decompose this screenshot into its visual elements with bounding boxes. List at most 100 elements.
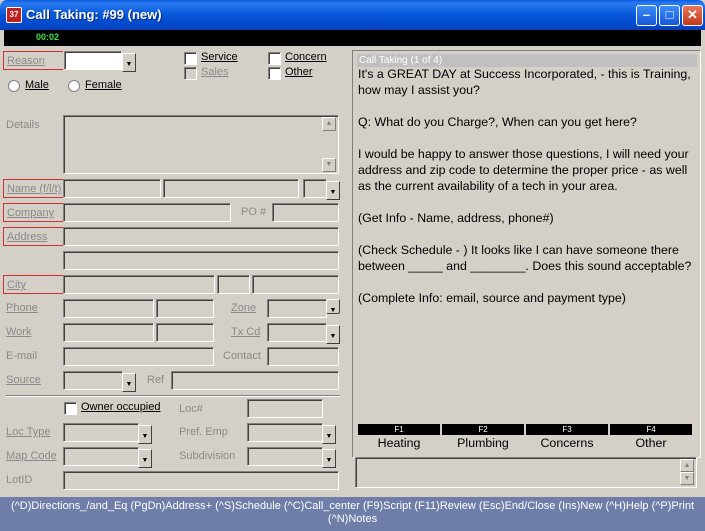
owner-occupied-label: Owner occupied xyxy=(81,401,161,413)
service-label: Service xyxy=(201,51,238,63)
source-dropdown-button[interactable] xyxy=(122,373,136,392)
app-icon: 37 xyxy=(6,7,22,23)
tax-code-dropdown-button[interactable] xyxy=(326,325,340,344)
loc-num-input[interactable] xyxy=(247,399,323,418)
work-ext-input[interactable] xyxy=(156,323,214,342)
subdivision-label: Subdivision xyxy=(179,450,236,462)
phone-input[interactable] xyxy=(63,299,154,318)
other-checkbox[interactable] xyxy=(268,67,281,80)
po-input[interactable] xyxy=(272,203,339,222)
details-scrollbar[interactable]: ▲ ▼ xyxy=(322,117,336,172)
form-separator xyxy=(6,395,340,397)
subdivision-dropdown-button[interactable] xyxy=(322,449,336,468)
tax-code-select[interactable] xyxy=(267,323,327,342)
script-paragraph: Q: What do you Charge?, When can you get… xyxy=(358,115,637,129)
concern-label: Concern xyxy=(285,51,327,63)
scroll-down-icon[interactable]: ▼ xyxy=(322,158,336,172)
phone-label: Phone xyxy=(6,302,38,314)
concern-checkbox[interactable] xyxy=(268,52,281,65)
window-title: Call Taking: #99 (new) xyxy=(26,7,162,22)
loc-num-label: Loc# xyxy=(179,403,203,415)
source-label: Source xyxy=(6,374,41,386)
notes-scroll-down-icon[interactable]: ▼ xyxy=(680,472,694,485)
email-label: E-mail xyxy=(6,350,38,362)
reason-dropdown-button[interactable] xyxy=(122,53,136,72)
shortcut-line-2: (^N)Notes xyxy=(327,513,378,525)
f3-concerns-button[interactable]: Concerns xyxy=(526,436,608,450)
zone-dropdown-button[interactable] xyxy=(326,299,340,314)
zone-select[interactable] xyxy=(267,299,327,318)
f1-key[interactable]: F1 xyxy=(358,424,440,435)
address-line1-input[interactable] xyxy=(63,227,339,246)
details-label: Details xyxy=(6,119,40,131)
service-checkbox[interactable] xyxy=(184,52,197,65)
shortcut-bar: (^D)Directions_/and_Eq (PgDn)Address+ (^… xyxy=(0,497,705,531)
scroll-up-icon[interactable]: ▲ xyxy=(322,117,336,131)
script-text: It's a GREAT DAY at Success Incorporated… xyxy=(358,66,698,322)
notes-textarea[interactable] xyxy=(355,457,697,488)
ref-input[interactable] xyxy=(171,371,339,390)
sales-checkbox xyxy=(184,67,197,80)
owner-occupied-checkbox[interactable] xyxy=(64,402,77,415)
reason-label: Reason xyxy=(3,51,63,70)
name-label: Name (f/l/t) xyxy=(3,179,63,198)
source-select[interactable] xyxy=(63,371,123,390)
f4-other-button[interactable]: Other xyxy=(610,436,692,450)
f4-key[interactable]: F4 xyxy=(610,424,692,435)
title-bar: 37 Call Taking: #99 (new) – □ ✕ xyxy=(0,0,705,30)
work-label: Work xyxy=(6,326,32,338)
contact-label: Contact xyxy=(223,350,261,362)
f3-key[interactable]: F3 xyxy=(526,424,608,435)
maximize-button[interactable]: □ xyxy=(659,5,680,26)
f2-key[interactable]: F2 xyxy=(442,424,524,435)
city-label: City xyxy=(3,275,63,294)
f2-plumbing-button[interactable]: Plumbing xyxy=(442,436,524,450)
close-button[interactable]: ✕ xyxy=(682,5,703,26)
pref-emp-dropdown-button[interactable] xyxy=(322,425,336,444)
reason-select[interactable] xyxy=(64,51,122,70)
phone-ext-input[interactable] xyxy=(156,299,214,318)
ref-label: Ref xyxy=(147,374,165,386)
timer-strip: 00:02 xyxy=(4,30,701,46)
title-select[interactable] xyxy=(303,179,327,198)
state-input[interactable] xyxy=(217,275,250,294)
female-radio[interactable] xyxy=(68,80,80,92)
pref-emp-label: Pref. Emp xyxy=(179,426,228,438)
details-textarea[interactable] xyxy=(63,115,339,174)
map-code-select[interactable] xyxy=(63,447,139,466)
script-paragraph: It's a GREAT DAY at Success Incorporated… xyxy=(358,67,691,97)
city-input[interactable] xyxy=(63,275,215,294)
company-label: Company xyxy=(3,203,63,222)
contact-input[interactable] xyxy=(267,347,339,366)
pref-emp-select[interactable] xyxy=(247,423,323,442)
zone-label: Zone xyxy=(231,302,257,314)
title-dropdown-button[interactable] xyxy=(326,181,340,200)
male-radio[interactable] xyxy=(8,80,20,92)
f1-heating-button[interactable]: Heating xyxy=(358,436,440,450)
last-name-input[interactable] xyxy=(163,179,299,198)
loc-type-label: Loc Type xyxy=(6,426,51,438)
map-code-dropdown-button[interactable] xyxy=(138,449,152,468)
notes-scroll-up-icon[interactable]: ▲ xyxy=(680,459,694,472)
lotid-label: LotID xyxy=(6,474,33,486)
female-label: Female xyxy=(85,79,122,91)
minimize-button[interactable]: – xyxy=(636,5,657,26)
address-label: Address xyxy=(3,227,63,246)
script-paragraph: (Complete Info: email, source and paymen… xyxy=(358,291,626,305)
tax-code-label: Tx Cd xyxy=(231,326,261,338)
address-line2-input[interactable] xyxy=(63,251,339,270)
script-paragraph: (Get Info - Name, address, phone#) xyxy=(358,211,554,225)
work-phone-input[interactable] xyxy=(63,323,154,342)
map-code-label: Map Code xyxy=(6,450,57,462)
notes-scrollbar[interactable]: ▲ ▼ xyxy=(680,459,694,486)
loc-type-select[interactable] xyxy=(63,423,139,442)
other-label: Other xyxy=(285,66,313,78)
first-name-input[interactable] xyxy=(63,179,161,198)
company-input[interactable] xyxy=(63,203,231,222)
email-input[interactable] xyxy=(63,347,214,366)
po-label: PO # xyxy=(241,206,267,218)
zip-input[interactable] xyxy=(252,275,339,294)
lotid-input[interactable] xyxy=(63,471,339,490)
loc-type-dropdown-button[interactable] xyxy=(138,425,152,444)
subdivision-select[interactable] xyxy=(247,447,323,466)
